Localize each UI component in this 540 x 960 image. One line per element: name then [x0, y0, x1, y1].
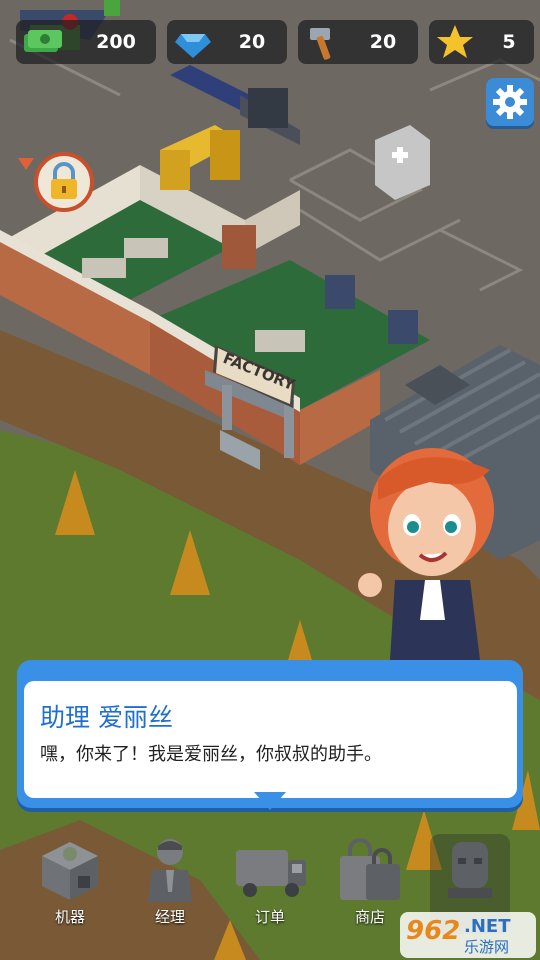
- truck-icon: [236, 850, 306, 897]
- watermark-number: 962: [406, 916, 461, 946]
- menu-shop-label: 商店: [354, 908, 385, 926]
- cash-icon: [24, 30, 62, 52]
- settings-button[interactable]: [486, 78, 534, 126]
- menu-manager-label: 经理: [154, 908, 185, 926]
- gem-value: 20: [238, 31, 266, 53]
- lock-icon: [51, 162, 77, 199]
- machine-icon: [42, 842, 98, 900]
- menu-orders-label: 订单: [254, 908, 285, 926]
- shop-bag-icon: [340, 838, 400, 900]
- menu-shop-button[interactable]: 商店: [330, 834, 410, 934]
- star-value: 5: [502, 31, 516, 53]
- hammer-icon: [310, 28, 331, 60]
- cash-counter[interactable]: 200: [16, 20, 156, 64]
- gear-icon: [493, 85, 527, 119]
- hammer-value: 20: [369, 31, 397, 53]
- manager-icon: [148, 839, 192, 902]
- statue-icon: [448, 842, 492, 898]
- menu-machines-label: 机器: [54, 908, 85, 926]
- star-icon: [437, 25, 473, 58]
- menu-machines-button[interactable]: 机器: [30, 834, 110, 934]
- menu-manager-button[interactable]: 经理: [130, 834, 210, 934]
- marker-pointer-icon: [18, 158, 34, 170]
- locked-area-marker[interactable]: [34, 152, 94, 212]
- gem-icon: [175, 34, 211, 58]
- watermark-domain: .NET: [464, 916, 511, 937]
- watermark-logo: 962 .NET 乐游网: [400, 912, 536, 958]
- dialog-message: 嘿，你来了！我是爱丽丝，你叔叔的助手。: [40, 744, 382, 765]
- dialog-continue-arrow-icon[interactable]: [254, 792, 286, 810]
- watermark-site-name: 乐游网: [464, 938, 510, 956]
- game-scene: FACTORY: [0, 0, 540, 960]
- dialog-speaker-name: 助理 爱丽丝: [40, 703, 173, 732]
- gem-counter[interactable]: 20: [167, 20, 287, 64]
- star-counter[interactable]: 5: [429, 20, 534, 64]
- cash-value: 200: [96, 31, 136, 53]
- hammer-counter[interactable]: 20: [298, 20, 418, 64]
- menu-orders-button[interactable]: 订单: [230, 834, 310, 934]
